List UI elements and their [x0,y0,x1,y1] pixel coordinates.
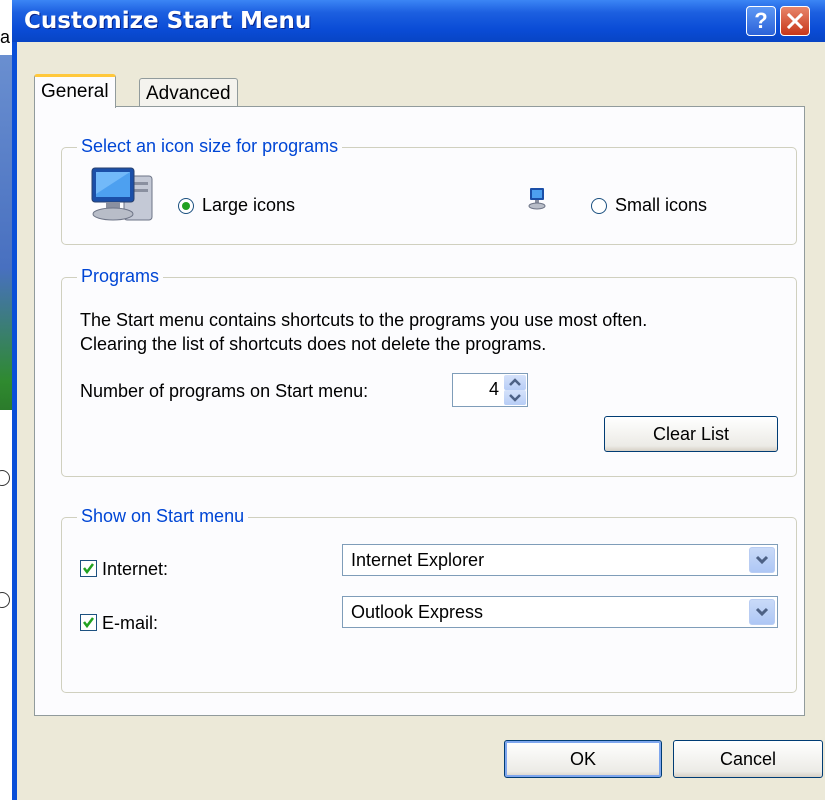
checkmark-icon [83,563,94,575]
internet-browser-select[interactable]: Internet Explorer [342,544,778,576]
programs-group: Programs The Start menu contains shortcu… [61,266,797,477]
customize-start-menu-dialog: Customize Start Menu ? General Advanced … [12,0,825,800]
email-dropdown-button[interactable] [749,599,775,625]
title-bar[interactable]: Customize Start Menu ? [12,0,825,42]
large-icons-label[interactable]: Large icons [202,195,295,216]
dialog-title: Customize Start Menu [24,8,312,34]
programs-description-line2: Clearing the list of shortcuts does not … [80,334,547,354]
program-count-value[interactable]: 4 [489,379,499,400]
small-computer-icon [528,188,546,210]
close-button[interactable] [780,6,810,36]
background-text: a [0,27,11,47]
large-icons-radio[interactable] [178,198,194,214]
spin-up-button[interactable] [504,375,526,390]
email-label[interactable]: E-mail: [102,613,158,634]
cancel-button[interactable]: Cancel [673,740,823,778]
tab-general[interactable]: General [34,74,116,108]
spin-down-button[interactable] [504,390,526,405]
large-computer-icon [91,167,153,221]
spin-down-icon [509,394,521,402]
programs-description-line1: The Start menu contains shortcuts to the… [80,310,648,330]
internet-checkbox[interactable] [80,560,97,577]
icon-size-group: Select an icon size for programs Large i… [61,136,797,245]
dialog-client-area: General Advanced Select an icon size for… [17,42,825,800]
help-button[interactable]: ? [746,6,776,36]
internet-browser-value: Internet Explorer [351,550,485,570]
tab-panel-general: Select an icon size for programs Large i… [34,106,805,716]
email-client-value: Outlook Express [351,602,484,622]
programs-legend: Programs [77,266,164,287]
checkmark-icon [83,617,94,629]
program-count-spinner[interactable]: 4 [452,373,528,407]
clear-list-button[interactable]: Clear List [604,416,778,452]
icon-size-legend: Select an icon size for programs [77,136,343,157]
internet-label[interactable]: Internet: [102,559,168,580]
show-on-start-group: Show on Start menu Internet: Internet Ex… [61,506,797,693]
chevron-down-icon [755,555,769,565]
email-checkbox[interactable] [80,614,97,631]
show-on-start-legend: Show on Start menu [77,506,249,527]
small-icons-radio[interactable] [591,198,607,214]
ok-button[interactable]: OK [504,740,662,778]
tab-advanced[interactable]: Advanced [139,78,238,108]
spin-up-icon [509,378,521,386]
program-count-label: Number of programs on Start menu: [80,381,369,401]
help-icon: ? [754,8,768,33]
small-icons-label[interactable]: Small icons [615,195,707,216]
close-icon [786,12,804,30]
chevron-down-icon [755,607,769,617]
email-client-select[interactable]: Outlook Express [342,596,778,628]
internet-dropdown-button[interactable] [749,547,775,573]
